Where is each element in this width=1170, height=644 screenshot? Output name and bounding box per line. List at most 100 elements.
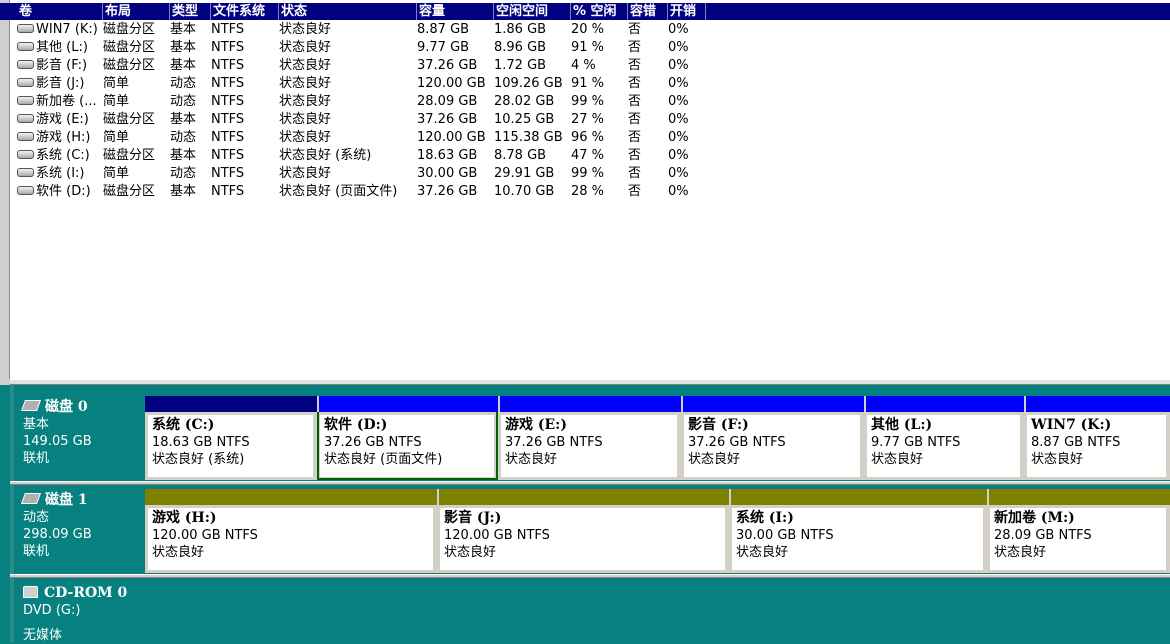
cell-percent-free: 28 % bbox=[571, 184, 605, 199]
partition-type-bar bbox=[864, 396, 1024, 412]
hard-disk-icon bbox=[20, 493, 42, 504]
cell-filesystem: NTFS bbox=[211, 58, 245, 73]
table-row[interactable]: 新加卷 (... 简单 动态 NTFS 状态良好 28.09 GB 28.02 GB 99 %… bbox=[0, 93, 1170, 111]
partition-3[interactable]: 影音 (F:) 37.26 GB NTFS 状态良好 bbox=[681, 396, 864, 480]
partition-details: 影音 (F:) 37.26 GB NTFS 状态良好 bbox=[684, 415, 860, 477]
cell-percent-free: 4 % bbox=[571, 58, 596, 73]
column-header-filesystem[interactable]: 文件系统 bbox=[211, 3, 279, 20]
partition-status: 状态良好 bbox=[444, 545, 497, 560]
partition-type-bar bbox=[145, 489, 437, 505]
cell-capacity: 28.09 GB bbox=[417, 94, 478, 109]
partition-status: 状态良好 bbox=[994, 545, 1047, 560]
column-header-percent-free[interactable]: % 空闲 bbox=[571, 3, 628, 20]
column-header-overhead[interactable]: 开销 bbox=[668, 3, 706, 20]
cell-layout: 磁盘分区 bbox=[103, 148, 156, 163]
column-header-free-space[interactable]: 空闲空间 bbox=[494, 3, 571, 20]
cell-percent-free: 96 % bbox=[571, 130, 605, 145]
cell-status: 状态良好 bbox=[279, 76, 332, 91]
cell-type: 基本 bbox=[170, 40, 197, 55]
disk-0-partitions: 系统 (C:) 18.63 GB NTFS 状态良好 (系统) 软件 (D:) 37.2… bbox=[145, 396, 1170, 480]
volume-name: 系统 (C:) bbox=[36, 148, 90, 163]
cell-layout: 简单 bbox=[103, 166, 130, 181]
partition-0[interactable]: 系统 (C:) 18.63 GB NTFS 状态良好 (系统) bbox=[145, 396, 317, 480]
table-row[interactable]: 游戏 (H:) 简单 动态 NTFS 状态良好 120.00 GB 115.38 GB 96 … bbox=[0, 129, 1170, 147]
disk-separator bbox=[10, 481, 1170, 485]
volume-name: 新加卷 (... bbox=[36, 94, 97, 109]
cell-overhead: 0% bbox=[668, 130, 689, 145]
partition-3[interactable]: 新加卷 (M:) 28.09 GB NTFS 状态良好 bbox=[987, 489, 1170, 573]
volume-name: 其他 (L:) bbox=[36, 40, 88, 55]
cdrom-icon bbox=[23, 585, 38, 598]
cell-layout: 磁盘分区 bbox=[103, 22, 156, 37]
table-row[interactable]: 影音 (F:) 磁盘分区 基本 NTFS 状态良好 37.26 GB 1.72 GB 4 % 否… bbox=[0, 57, 1170, 75]
column-header-volume[interactable]: 卷 bbox=[17, 3, 103, 20]
partition-2[interactable]: 系统 (I:) 30.00 GB NTFS 状态良好 bbox=[729, 489, 987, 573]
disk-0-size: 149.05 GB bbox=[23, 434, 92, 449]
table-row[interactable]: 系统 (I:) 简单 动态 NTFS 状态良好 30.00 GB 29.91 GB 99 % 否… bbox=[0, 165, 1170, 183]
drive-icon bbox=[17, 24, 34, 33]
partition-status: 状态良好 bbox=[1031, 452, 1084, 467]
table-row[interactable]: 系统 (C:) 磁盘分区 基本 NTFS 状态良好 (系统) 18.63 GB 8.78 G… bbox=[0, 147, 1170, 165]
column-header-row: 卷布局 类型 文件系统 状态 容量 空闲空间% 空闲 容错 开销 bbox=[0, 3, 1170, 20]
partition-type-bar bbox=[498, 396, 681, 412]
partition-status: 状态良好 (页面文件) bbox=[324, 452, 443, 467]
column-header-status[interactable]: 状态 bbox=[279, 3, 417, 20]
table-row[interactable]: 其他 (L:) 磁盘分区 基本 NTFS 状态良好 9.77 GB 8.96 GB 91 % 否… bbox=[0, 39, 1170, 57]
cell-overhead: 0% bbox=[668, 22, 689, 37]
disk-0-label[interactable]: 磁盘 0 基本 149.05 GB 联机 bbox=[14, 395, 144, 480]
cell-status: 状态良好 (页面文件) bbox=[279, 184, 398, 199]
table-row[interactable]: WIN7 (K:) 磁盘分区 基本 NTFS 状态良好 8.87 GB 1.86 GB 20 … bbox=[0, 21, 1170, 39]
partition-status: 状态良好 bbox=[505, 452, 558, 467]
column-header-layout[interactable]: 布局 bbox=[103, 3, 170, 20]
partition-4[interactable]: 其他 (L:) 9.77 GB NTFS 状态良好 bbox=[864, 396, 1024, 480]
partition-type-bar bbox=[681, 396, 864, 412]
cell-layout: 磁盘分区 bbox=[103, 184, 156, 199]
cell-capacity: 8.87 GB bbox=[417, 22, 470, 37]
column-header-fault-tolerance[interactable]: 容错 bbox=[628, 3, 668, 20]
cell-percent-free: 20 % bbox=[571, 22, 605, 37]
partition-name: 影音 (F:) bbox=[688, 417, 749, 433]
cell-fault-tolerance: 否 bbox=[628, 130, 642, 145]
cell-type: 动态 bbox=[170, 166, 197, 181]
table-row[interactable]: 影音 (J:) 简单 动态 NTFS 状态良好 120.00 GB 109.26 GB 91 … bbox=[0, 75, 1170, 93]
disk-1-partitions: 游戏 (H:) 120.00 GB NTFS 状态良好 影音 (J:) 120.00 G… bbox=[145, 489, 1170, 573]
pane-splitter[interactable] bbox=[10, 379, 1170, 385]
cell-fault-tolerance: 否 bbox=[628, 94, 642, 109]
cell-status: 状态良好 bbox=[279, 130, 332, 145]
cell-overhead: 0% bbox=[668, 40, 689, 55]
partition-5[interactable]: WIN7 (K:) 8.87 GB NTFS 状态良好 bbox=[1024, 396, 1170, 480]
cell-layout: 简单 bbox=[103, 76, 130, 91]
cell-percent-free: 91 % bbox=[571, 76, 605, 91]
partition-2[interactable]: 游戏 (E:) 37.26 GB NTFS 状态良好 bbox=[498, 396, 681, 480]
drive-icon bbox=[17, 78, 34, 87]
cdrom-label[interactable]: CD-ROM 0 DVD (G:) 无媒体 bbox=[14, 581, 144, 643]
cell-free-space: 1.72 GB bbox=[494, 58, 547, 73]
partition-type-bar bbox=[437, 489, 729, 505]
cell-fault-tolerance: 否 bbox=[628, 76, 642, 91]
cell-overhead: 0% bbox=[668, 184, 689, 199]
partition-1[interactable]: 软件 (D:) 37.26 GB NTFS 状态良好 (页面文件) bbox=[317, 396, 498, 480]
partition-0[interactable]: 游戏 (H:) 120.00 GB NTFS 状态良好 bbox=[145, 489, 437, 573]
column-header-type[interactable]: 类型 bbox=[170, 3, 211, 20]
disk-1-label[interactable]: 磁盘 1 动态 298.09 GB 联机 bbox=[14, 488, 144, 573]
cdrom-state: 无媒体 bbox=[23, 628, 63, 643]
volume-name: 影音 (J:) bbox=[36, 76, 85, 91]
cell-capacity: 120.00 GB bbox=[417, 76, 486, 91]
drive-icon bbox=[17, 60, 34, 69]
disk-1-size: 298.09 GB bbox=[23, 527, 92, 542]
partition-name: 其他 (L:) bbox=[871, 417, 933, 433]
volume-name: 游戏 (E:) bbox=[36, 112, 89, 127]
table-row[interactable]: 游戏 (E:) 磁盘分区 基本 NTFS 状态良好 37.26 GB 10.25 GB 27 … bbox=[0, 111, 1170, 129]
partition-details: 其他 (L:) 9.77 GB NTFS 状态良好 bbox=[867, 415, 1020, 477]
cell-layout: 简单 bbox=[103, 130, 130, 145]
cell-capacity: 37.26 GB bbox=[417, 58, 478, 73]
cell-fault-tolerance: 否 bbox=[628, 148, 642, 163]
column-header-capacity[interactable]: 容量 bbox=[417, 3, 494, 20]
cell-filesystem: NTFS bbox=[211, 112, 245, 127]
partition-1[interactable]: 影音 (J:) 120.00 GB NTFS 状态良好 bbox=[437, 489, 729, 573]
table-row[interactable]: 软件 (D:) 磁盘分区 基本 NTFS 状态良好 (页面文件) 37.26 GB 10.7… bbox=[0, 183, 1170, 201]
cell-capacity: 9.77 GB bbox=[417, 40, 470, 55]
partition-details: 软件 (D:) 37.26 GB NTFS 状态良好 (页面文件) bbox=[320, 415, 494, 477]
cell-fault-tolerance: 否 bbox=[628, 166, 642, 181]
cell-type: 动态 bbox=[170, 94, 197, 109]
